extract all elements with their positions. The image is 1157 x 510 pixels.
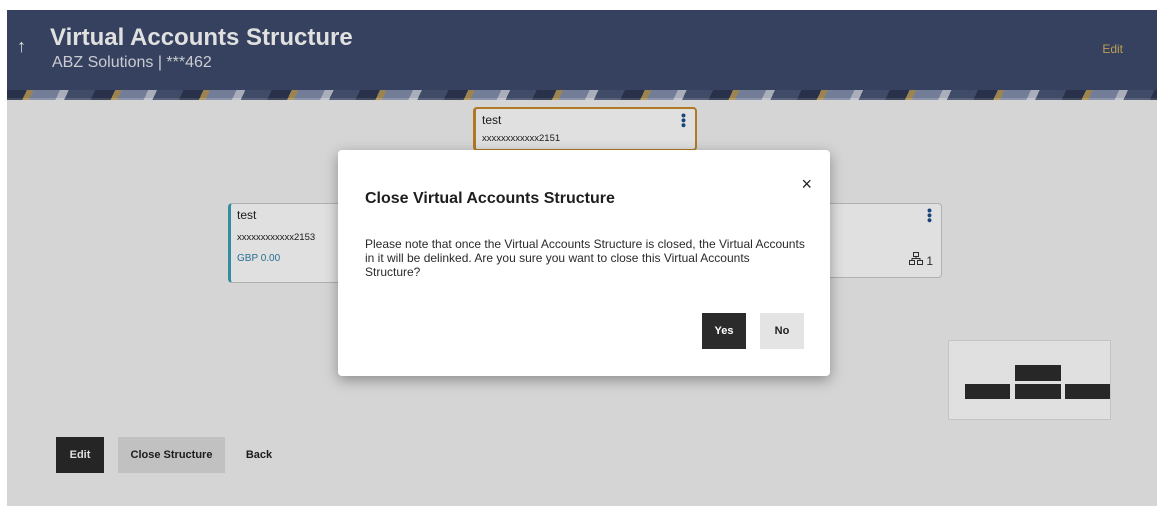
yes-button[interactable]: Yes — [702, 313, 746, 349]
dialog-title: Close Virtual Accounts Structure — [365, 190, 615, 207]
page: ↑ Virtual Accounts Structure ABZ Solutio… — [7, 10, 1157, 506]
close-structure-dialog: × Close Virtual Accounts Structure Pleas… — [338, 150, 830, 376]
close-icon[interactable]: × — [801, 174, 812, 195]
dialog-message: Please note that once the Virtual Accoun… — [365, 237, 805, 279]
no-button[interactable]: No — [760, 313, 804, 349]
